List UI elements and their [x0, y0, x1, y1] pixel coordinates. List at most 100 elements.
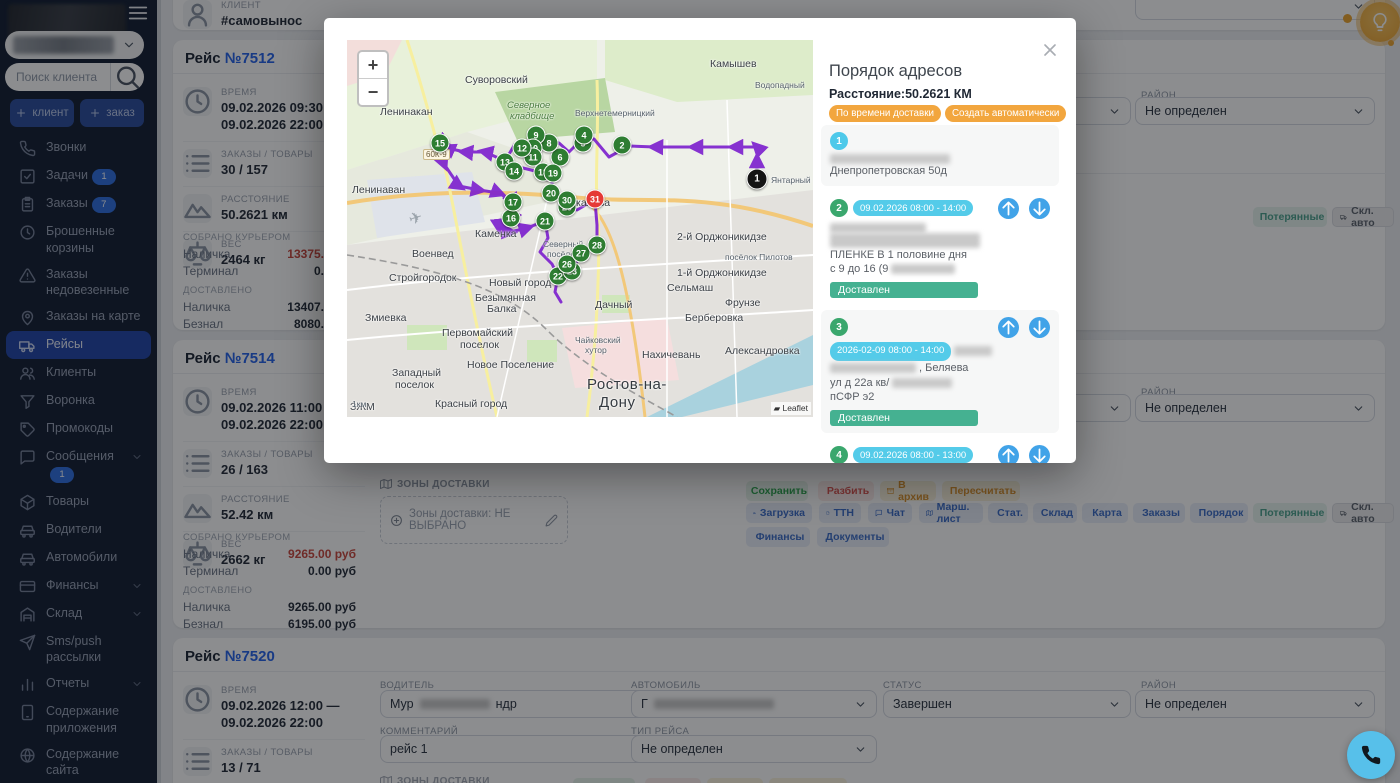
- phone-fab[interactable]: [1347, 731, 1395, 779]
- map-label: Камышев: [710, 58, 757, 70]
- address-text: ул д 22а кв/: [830, 376, 889, 391]
- address-text-row: 2026-02-09 08:00 - 14:00: [830, 342, 1050, 362]
- map-marker-21[interactable]: 21: [536, 212, 555, 231]
- map-marker-12[interactable]: 12: [513, 139, 532, 158]
- map-label: Стройгородок: [389, 272, 456, 284]
- close-icon[interactable]: [1040, 40, 1060, 60]
- address-number: 4: [830, 446, 848, 463]
- map-label: Дачный: [595, 299, 632, 311]
- zoom-out-button[interactable]: −: [359, 79, 387, 105]
- map-marker-14[interactable]: 14: [505, 162, 524, 181]
- map-label: Нахичевань: [642, 349, 700, 361]
- redacted-text: [891, 264, 955, 274]
- address-text-row: с 9 до 16 (9: [830, 262, 1050, 277]
- map-canvas: ✈: [347, 40, 813, 417]
- address-text: ПЛЕНКЕ В 1 половине дня: [830, 248, 967, 263]
- address-text: Днепропетровская 50д: [830, 164, 947, 179]
- map-marker-4[interactable]: 4: [575, 126, 594, 145]
- map-label: Александровка: [725, 345, 800, 357]
- address-text-row: [830, 154, 1050, 164]
- delivery-time-badge: 2026-02-09 08:00 - 14:00: [830, 342, 951, 362]
- map-label: Водопадный: [755, 80, 805, 90]
- move-up-button[interactable]: [998, 317, 1019, 338]
- order-mode-buttons: По времени доставки Создать автоматическ…: [829, 105, 1066, 122]
- move-up-button[interactable]: [998, 445, 1019, 464]
- address-item-1: 1 Днепропетровская 50д: [821, 125, 1059, 186]
- redacted-text: [954, 346, 992, 356]
- address-number: 1: [830, 132, 848, 150]
- modal-title: Порядок адресов: [829, 62, 962, 81]
- map-label: Западный: [392, 367, 441, 379]
- map-label: Дону: [599, 394, 635, 411]
- address-text: пСФР э2: [830, 390, 874, 405]
- redacted-text: [830, 233, 980, 248]
- move-down-button[interactable]: [1029, 317, 1050, 338]
- move-down-button[interactable]: [1029, 198, 1050, 219]
- address-text-row: ул д 22а кв/: [830, 376, 1050, 391]
- address-number: 3: [830, 318, 848, 336]
- map-marker-31[interactable]: 31: [586, 190, 605, 209]
- address-text-row: Днепропетровская 50д: [830, 164, 1050, 179]
- redacted-text: [892, 378, 952, 388]
- address-list: 1 Днепропетровская 50д 2 09.02.2026 08:00 -…: [821, 125, 1059, 463]
- map-label: Каменка: [475, 228, 516, 240]
- address-item-2: 2 09.02.2026 08:00 - 14:00 ПЛЕНКЕ В 1 поло…: [821, 191, 1059, 305]
- map-label: Чайковский: [575, 335, 621, 345]
- map-zoom-control: + −: [357, 50, 389, 107]
- map-label: Змиевка: [365, 312, 407, 324]
- delivery-time-badge: 09.02.2026 08:00 - 14:00: [853, 200, 973, 216]
- map-label: Ленинакан: [380, 106, 433, 118]
- map-label: Верхнетемерницкий: [575, 108, 655, 118]
- address-item-3: 3 2026-02-09 08:00 - 14:00, Беляева ул д 2…: [821, 310, 1059, 433]
- map-label: Балка: [487, 303, 517, 315]
- status-badge: Доставлен: [830, 282, 978, 298]
- address-order-modal: Порядок адресов Расстояние:50.2621 КМ По…: [324, 18, 1076, 463]
- redacted-text: [830, 363, 916, 373]
- map-label: 2-й Орджоникидзе: [677, 231, 767, 243]
- address-text-row: [830, 233, 1050, 248]
- map-label: Ленинаван: [352, 184, 405, 196]
- map-label: кладбище: [510, 111, 554, 122]
- phone-icon: [1360, 744, 1382, 766]
- map-label: Первомайский: [442, 327, 513, 339]
- map-label: Новый город: [489, 277, 551, 289]
- address-text-row: пСФР э2: [830, 390, 1050, 405]
- map-marker-2[interactable]: 2: [613, 136, 632, 155]
- map-marker-15[interactable]: 15: [431, 134, 450, 153]
- map-marker-1[interactable]: 1: [747, 169, 768, 190]
- map-label: Сельмаш: [667, 282, 713, 294]
- map-label: Берберовка: [685, 312, 743, 324]
- status-badge: Доставлен: [830, 410, 978, 426]
- map-label: Военвед: [412, 248, 454, 260]
- map-marker-17[interactable]: 17: [504, 193, 523, 212]
- delivery-time-badge: 09.02.2026 08:00 - 13:00: [853, 447, 973, 463]
- by-delivery-time-button[interactable]: По времени доставки: [829, 105, 941, 122]
- map-label: Новое Поселение: [467, 359, 554, 371]
- address-number: 2: [830, 199, 848, 217]
- map-label: 1км: [352, 399, 366, 409]
- map-marker-30[interactable]: 30: [558, 191, 577, 210]
- move-down-button[interactable]: [1029, 445, 1050, 464]
- map-label: Янтарный: [771, 175, 811, 185]
- address-text: , Беляева: [919, 361, 968, 376]
- map-label: Суворовский: [465, 74, 528, 86]
- map-label: 1-й Орджоникидзе: [677, 267, 767, 279]
- map-attribution[interactable]: ▰ Leaflet: [771, 402, 811, 415]
- map-label: поселок: [395, 379, 434, 391]
- map-label: посёлок Пилотов: [725, 252, 793, 262]
- redacted-text: [830, 223, 926, 233]
- map-marker-19[interactable]: 19: [544, 164, 563, 183]
- distance-value: Расстояние:50.2621 КМ: [829, 87, 972, 101]
- address-text-row: , Беляева: [830, 361, 1050, 376]
- address-text: с 9 до 16 (9: [830, 262, 888, 277]
- map-label: Красный город: [435, 398, 507, 410]
- map-label: хутор: [585, 345, 607, 355]
- map-label: Ростов-на-: [587, 376, 667, 393]
- map-marker-28[interactable]: 28: [588, 236, 607, 255]
- route-map[interactable]: ✈ + − 1234689101112131415161718192021222…: [347, 40, 813, 417]
- move-up-button[interactable]: [998, 198, 1019, 219]
- create-automatically-button[interactable]: Создать автоматически: [945, 105, 1066, 122]
- map-label: Северное: [507, 100, 550, 111]
- zoom-in-button[interactable]: +: [359, 52, 387, 79]
- map-label: поселок: [460, 339, 499, 351]
